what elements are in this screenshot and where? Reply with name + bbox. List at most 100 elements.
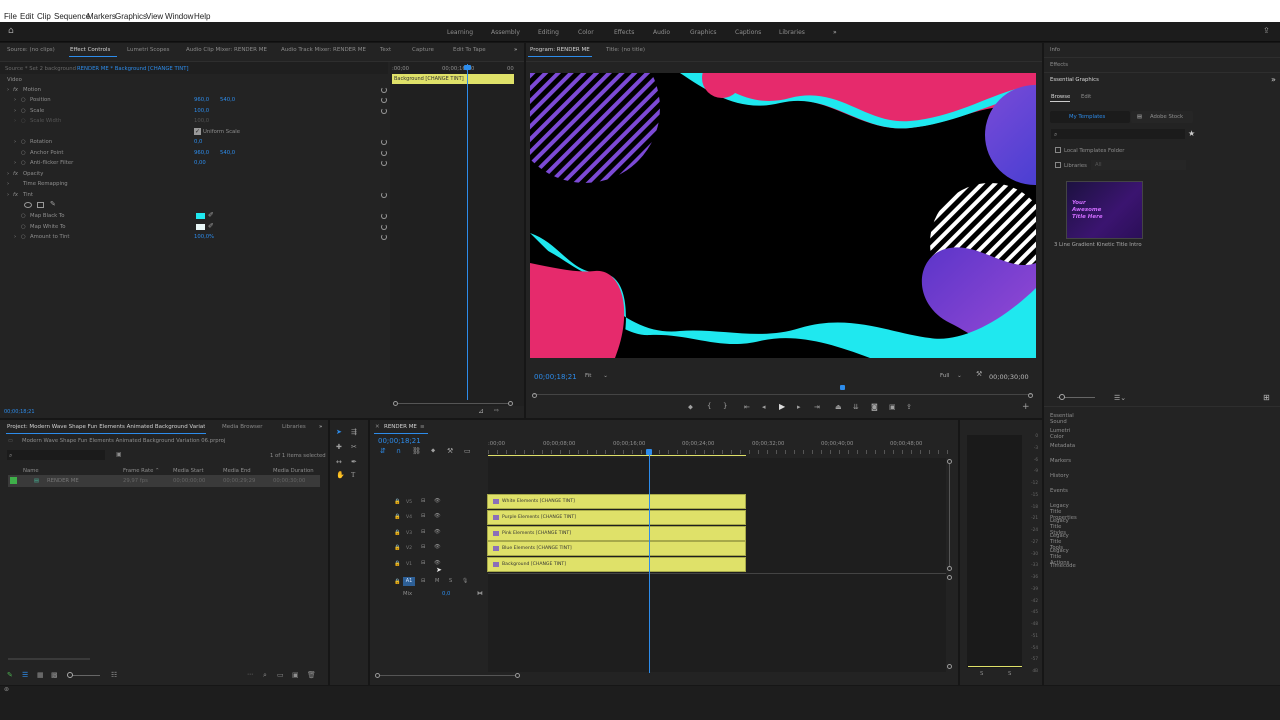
panel-overflow-icon[interactable]: » (319, 424, 322, 430)
opacity-label[interactable]: Opacity (23, 171, 43, 177)
track-select-icon[interactable]: ⇶ (351, 429, 357, 436)
uniform-scale-checkbox[interactable]: ✓ (194, 128, 201, 135)
sync-lock-icon[interactable]: ⊟ (421, 498, 425, 504)
timeline-clip[interactable]: White Elements [CHANGE TINT] (487, 494, 746, 509)
project-search-input[interactable]: ⌕ (7, 450, 105, 460)
close-icon[interactable]: ✕ (375, 424, 380, 430)
compare-icon[interactable]: ▣ (889, 404, 896, 411)
panel-essential-sound[interactable]: Essential Sound (1050, 413, 1074, 425)
ec-zoom-handle-right[interactable] (508, 401, 513, 406)
tab-effects[interactable]: Effects (1050, 62, 1068, 68)
captions-icon[interactable]: ▭ (464, 448, 471, 455)
more-workspaces-icon[interactable]: » (833, 29, 837, 36)
slip-icon[interactable]: ↔ (336, 459, 342, 466)
mark-out-icon[interactable]: } (723, 403, 727, 410)
track-v2-label[interactable]: V2 (406, 546, 412, 551)
camera-icon[interactable]: ◙ (871, 404, 878, 411)
track-v5-label[interactable]: V5 (406, 500, 412, 505)
timeline-playhead[interactable] (649, 455, 650, 673)
home-icon[interactable]: ⌂ (8, 27, 14, 36)
timeline-timecode[interactable]: 00;00;18;21 (378, 437, 421, 445)
tab-lumetri-scopes[interactable]: Lumetri Scopes (127, 47, 170, 53)
sort-icons-icon[interactable]: ☷ (111, 671, 117, 679)
col-media-duration[interactable]: Media Duration (273, 468, 314, 474)
add-marker-icon[interactable]: ⬥ (688, 404, 693, 411)
nest-icon[interactable]: ⇵ (380, 448, 386, 455)
sync-lock-icon[interactable]: ⊟ (421, 578, 425, 584)
amount-tint-value[interactable]: 100,0 (194, 234, 209, 240)
step-forward-icon[interactable]: ▸ (797, 404, 801, 411)
tab-media-browser[interactable]: Media Browser (222, 424, 263, 430)
tab-sequence[interactable]: RENDER ME (384, 424, 417, 430)
menu-edit[interactable]: Edit (20, 12, 34, 21)
solo-button[interactable]: S (449, 578, 452, 584)
panel-history[interactable]: History (1050, 473, 1069, 479)
eyedropper-icon[interactable]: ✐ (208, 223, 214, 230)
icon-view-icon[interactable]: ▦ (37, 671, 44, 679)
tab-capture[interactable]: Capture (412, 47, 434, 53)
solo-left[interactable]: S (980, 671, 983, 677)
project-scrollbar[interactable] (8, 658, 90, 660)
ellipse-mask-icon[interactable] (24, 202, 32, 208)
track-v1-label[interactable]: V1 (406, 562, 412, 567)
motion-label[interactable]: Motion (23, 87, 41, 93)
timeline-clip[interactable]: Blue Elements [CHANGE TINT] (487, 541, 746, 556)
selection-tool-icon[interactable]: ➤ (336, 429, 342, 436)
eye-icon[interactable]: 👁 (434, 513, 441, 519)
extract-icon[interactable]: ⇊ (853, 404, 859, 411)
expand-icon[interactable]: ⧓ (477, 590, 483, 597)
tab-essential-graphics[interactable]: Essential Graphics (1050, 77, 1099, 83)
automate-icon[interactable]: ⋯ (247, 671, 253, 678)
fit-dropdown[interactable]: Fit ⌄ (585, 371, 615, 381)
program-playhead[interactable] (840, 385, 845, 390)
motion-reset-icon[interactable] (381, 87, 387, 93)
anchor-x[interactable]: 960,0 (194, 150, 209, 156)
eye-icon[interactable]: 👁 (434, 498, 441, 504)
tab-audio-track-mixer[interactable]: Audio Track Mixer: RENDER ME (281, 47, 366, 53)
tab-browse[interactable]: Browse (1051, 94, 1070, 100)
export-icon[interactable]: ⇨ (494, 408, 499, 414)
program-timecode[interactable]: 00;00;18;21 (534, 373, 577, 381)
lift-icon[interactable]: ⏏ (835, 404, 842, 411)
workspace-assembly[interactable]: Assembly (491, 29, 520, 36)
new-bin-icon[interactable]: ▣ (116, 451, 122, 458)
freeform-view-icon[interactable]: ▩ (51, 671, 58, 679)
tab-source[interactable]: Source: (no clips) (7, 47, 55, 53)
ec-zoom-bar[interactable] (395, 403, 512, 404)
col-frame-rate[interactable]: Frame Rate (123, 468, 153, 474)
panel-events[interactable]: Events (1050, 488, 1068, 494)
find-icon[interactable]: ⌕ (263, 671, 267, 680)
libraries-dropdown[interactable]: All (1091, 160, 1186, 170)
ripple-edit-icon[interactable]: ✚ (336, 444, 342, 451)
map-white-reset-icon[interactable] (381, 224, 387, 230)
clip-breadcrumb[interactable]: RENDER ME * Background [CHANGE TINT] (77, 66, 189, 72)
scrub-handle-right[interactable] (1028, 393, 1033, 398)
position-reset-icon[interactable] (381, 97, 387, 103)
h-scrollbar[interactable] (380, 675, 515, 676)
a-scroll-handle-bottom[interactable] (947, 664, 952, 669)
tab-libraries[interactable]: Libraries (282, 424, 306, 430)
libraries-checkbox[interactable] (1055, 162, 1061, 168)
menu-view[interactable]: View (146, 12, 163, 21)
my-templates-toggle[interactable]: My Templates (1050, 111, 1130, 123)
tab-effect-controls[interactable]: Effect Controls (70, 47, 110, 53)
local-templates-checkbox[interactable] (1055, 147, 1061, 153)
position-y[interactable]: 540,0 (220, 97, 235, 103)
adobe-stock-toggle[interactable]: ▤ Adobe Stock (1131, 111, 1193, 123)
tab-edit[interactable]: Edit (1081, 94, 1091, 100)
scrub-handle-left[interactable] (532, 393, 537, 398)
ec-zoom-handle-left[interactable] (393, 401, 398, 406)
mark-in-icon[interactable]: { (707, 403, 711, 410)
snap-icon[interactable]: ∩ (396, 448, 401, 455)
col-name[interactable]: Name (23, 468, 39, 474)
tab-info[interactable]: Info (1050, 47, 1060, 53)
panel-markers[interactable]: Markers (1050, 458, 1071, 464)
workspace-captions[interactable]: Captions (735, 29, 761, 36)
pencil-icon[interactable]: ✎ (7, 671, 13, 679)
template-thumbnail[interactable]: Your Awesome Title Here (1066, 181, 1143, 239)
lock-icon[interactable]: 🔒 (394, 561, 401, 567)
sync-lock-icon[interactable]: ⊟ (421, 544, 425, 550)
panel-lumetri-color[interactable]: Lumetri Color (1050, 428, 1070, 440)
map-black-swatch[interactable] (196, 213, 205, 219)
step-back-icon[interactable]: ◂ (762, 404, 766, 411)
